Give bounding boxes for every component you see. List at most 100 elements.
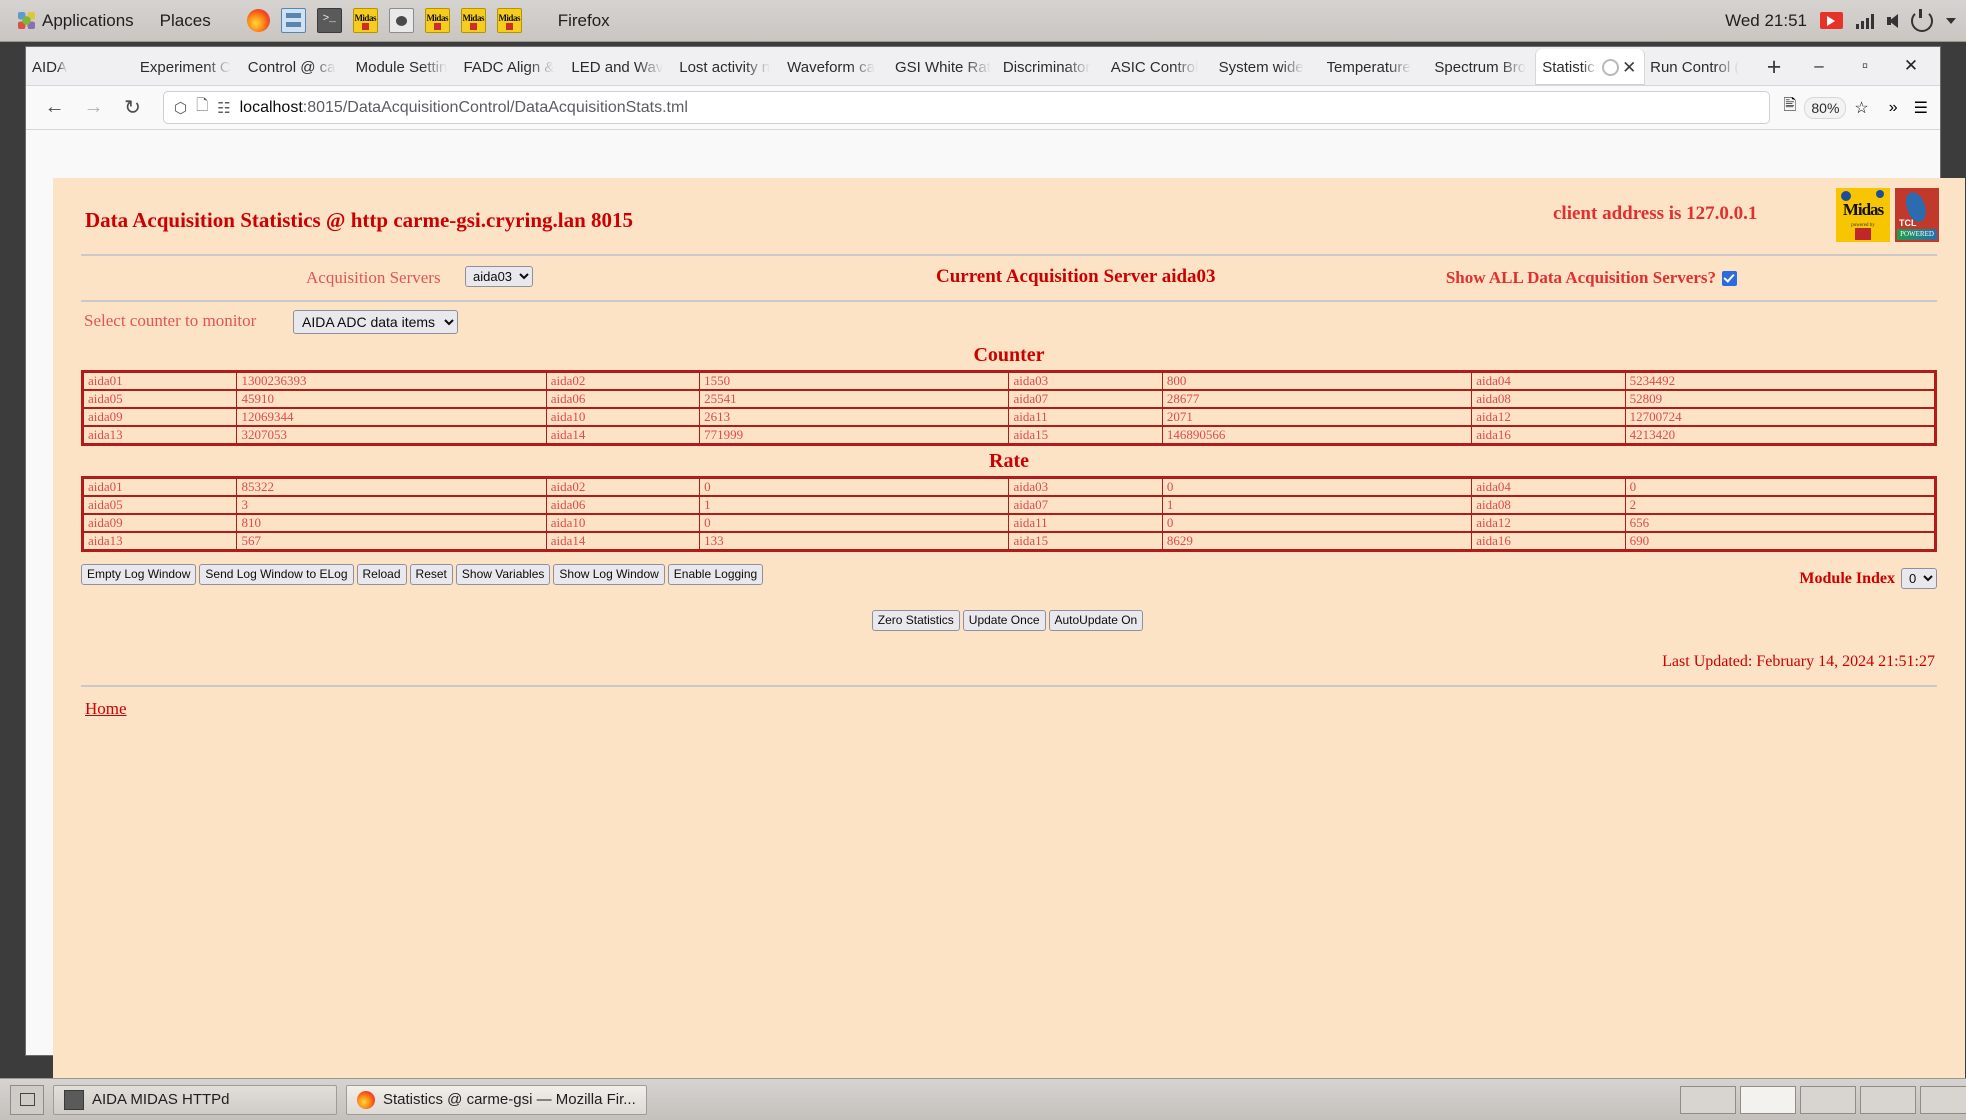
applications-menu[interactable]: Applications (14, 9, 138, 33)
browser-tab[interactable]: Discriminator (997, 49, 1105, 85)
browser-tab[interactable]: Module Settin (350, 49, 458, 85)
taskbar-item[interactable]: Statistics @ carme-gsi — Mozilla Fir... (346, 1084, 647, 1115)
browser-tab[interactable]: Temperature (1321, 49, 1429, 85)
zoom-level-badge[interactable]: 80% (1804, 96, 1847, 119)
acquisition-servers-select-wrap[interactable]: aida03 (465, 266, 533, 287)
files-icon[interactable] (280, 8, 306, 33)
show-all-servers-checkbox[interactable] (1722, 270, 1737, 286)
bookmark-star-icon[interactable]: ☆ (1854, 98, 1868, 118)
minimize-button[interactable]: – (1796, 47, 1842, 85)
workspace-button[interactable] (1740, 1085, 1796, 1114)
server-name-cell: aida09 (81, 513, 238, 533)
volume-icon[interactable] (1887, 13, 1898, 28)
home-link[interactable]: Home (85, 699, 127, 719)
window-controls: – ▫ ✕ (1796, 47, 1940, 85)
chevron-down-icon[interactable] (1946, 17, 1956, 24)
browser-tab[interactable]: LED and Wav (565, 49, 673, 85)
places-label: Places (159, 10, 211, 30)
reload-button[interactable]: ↻ (116, 91, 149, 124)
hamburger-menu-icon[interactable]: ☰ (1914, 98, 1928, 118)
counter-table: aida01 1300236393 aida02 1550 aida03 800 aida0… (81, 370, 1937, 446)
autoupdate-on-button[interactable]: AutoUpdate On (1048, 610, 1144, 631)
browser-tab[interactable]: Statistics @ ✕ (1536, 49, 1645, 85)
browser-tab[interactable]: Control @ ca (242, 49, 350, 85)
enable-logging-button[interactable]: Enable Logging (667, 564, 764, 585)
url-bar[interactable]: ⬡ 🗋 ☷ localhost:8015/DataAcquisitionCont… (163, 91, 1770, 124)
page-info-icon[interactable]: 🗋 (196, 95, 208, 120)
browser-tab[interactable]: ASIC Control (1105, 49, 1213, 85)
maximize-button[interactable]: ▫ (1842, 47, 1888, 85)
server-value-cell: 771999 (699, 425, 1010, 445)
show-all-servers-control[interactable]: Show ALL Data Acquisition Servers? (1446, 268, 1737, 288)
close-button[interactable]: ✕ (1888, 47, 1934, 85)
browser-tab[interactable]: Run Control ( (1644, 49, 1752, 85)
reset-button[interactable]: Reset (409, 564, 453, 585)
extensions-icon[interactable]: » (1889, 99, 1898, 117)
taskbar-item-label: Statistics @ carme-gsi — Mozilla Fir... (383, 1091, 636, 1108)
shield-icon[interactable]: ⬡ (174, 99, 187, 117)
reload-button[interactable]: Reload (356, 564, 407, 585)
browser-tab[interactable]: System wide (1213, 49, 1321, 85)
rate-section-title: Rate (989, 450, 1029, 472)
server-name-cell: aida06 (545, 389, 701, 409)
table-row: aida01 1300236393 aida02 1550 aida03 800 aida0… (81, 371, 1937, 391)
browser-tab[interactable]: Waveform ca (781, 49, 889, 85)
server-value-cell: 1 (699, 495, 1010, 515)
taskbar-item[interactable]: AIDA MIDAS HTTPd (53, 1084, 337, 1115)
forward-button[interactable]: → (77, 91, 110, 124)
acquisition-servers-select[interactable]: aida03 (465, 266, 533, 287)
workspace-button[interactable] (1860, 1085, 1916, 1114)
table-row: aida09 810 aida10 0 aida11 0 aida12 656 (81, 513, 1937, 533)
browser-tab[interactable]: Lost activity n (673, 49, 781, 85)
midas-icon[interactable]: Midas (496, 8, 522, 33)
zero-statistics-button[interactable]: Zero Statistics (871, 610, 960, 631)
panel-tray: Wed 21:51 (1725, 8, 1956, 32)
counter-select-wrap[interactable]: AIDA ADC data items (293, 310, 458, 334)
tab-close-icon[interactable]: ✕ (1622, 59, 1638, 76)
power-icon[interactable] (1911, 8, 1933, 32)
server-name-cell: aida04 (1471, 371, 1626, 391)
server-value-cell: 146890566 (1161, 425, 1473, 445)
server-value-cell: 800 (1161, 371, 1473, 391)
workspace-button[interactable] (1800, 1085, 1856, 1114)
server-value-cell: 656 (1624, 513, 1937, 533)
server-value-cell: 85322 (236, 477, 547, 497)
url-host: localhost (239, 98, 303, 116)
server-name-cell: aida15 (1008, 531, 1163, 551)
send-log-window-to-elog-button[interactable]: Send Log Window to ELog (199, 564, 354, 585)
show-log-window-button[interactable]: Show Log Window (553, 564, 665, 585)
back-button[interactable]: ← (38, 91, 71, 124)
screenshot-icon[interactable] (388, 8, 414, 33)
midas-icon[interactable]: Midas (352, 8, 378, 33)
show-desktop-button[interactable] (10, 1084, 44, 1115)
browser-tab[interactable]: Experiment C (134, 49, 242, 85)
module-index-select[interactable]: 0 (1901, 568, 1937, 589)
firefox-icon[interactable] (246, 9, 270, 32)
counter-select[interactable]: AIDA ADC data items (293, 310, 458, 334)
tab-favicon-icon (1602, 58, 1620, 76)
places-menu[interactable]: Places (156, 9, 215, 33)
workspace-button[interactable] (1920, 1085, 1966, 1114)
panel-launchers: >_ Midas Midas Midas Midas (246, 8, 522, 33)
midas-icon[interactable]: Midas (460, 8, 486, 33)
browser-tab[interactable]: FADC Align & (458, 49, 566, 85)
update-once-button[interactable]: Update Once (962, 610, 1046, 631)
empty-log-window-button[interactable]: Empty Log Window (81, 564, 197, 585)
server-name-cell: aida04 (1471, 477, 1626, 497)
new-tab-button[interactable]: + (1752, 49, 1796, 85)
browser-tab[interactable]: Spectrum Bro (1428, 49, 1536, 85)
browser-tab[interactable]: AIDA (26, 49, 134, 85)
workspace-button[interactable] (1680, 1085, 1736, 1114)
terminal-icon[interactable]: >_ (316, 8, 342, 33)
clock[interactable]: Wed 21:51 (1725, 11, 1807, 31)
reader-mode-icon[interactable]: 🖹 (1784, 94, 1797, 121)
permissions-icon[interactable]: ☷ (217, 99, 230, 117)
log-buttons: Empty Log Window Send Log Window to ELog R… (81, 564, 766, 585)
recording-indicator-icon[interactable] (1820, 12, 1843, 29)
browser-tab[interactable]: GSI White Rat (889, 49, 997, 85)
server-name-cell: aida05 (81, 389, 238, 409)
midas-icon[interactable]: Midas (424, 8, 450, 33)
network-icon[interactable] (1856, 13, 1876, 29)
show-variables-button[interactable]: Show Variables (455, 564, 551, 585)
active-window-label[interactable]: Firefox (554, 9, 614, 33)
